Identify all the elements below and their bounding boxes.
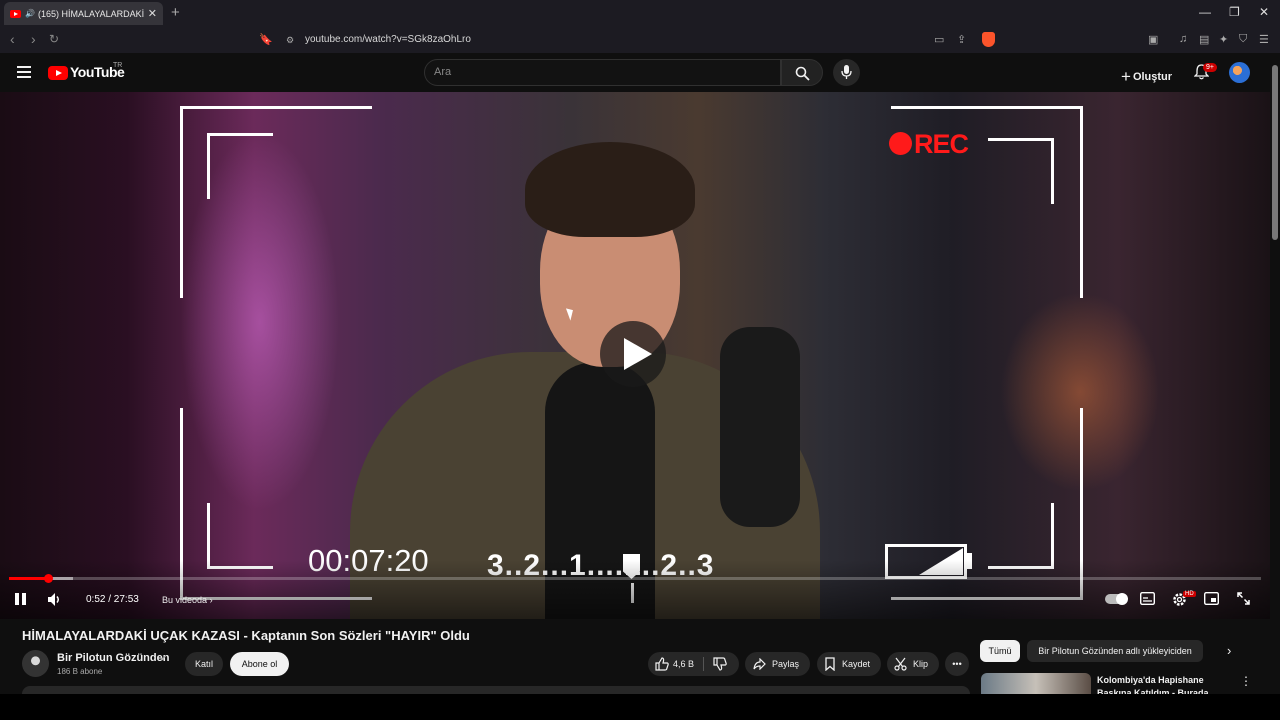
share-button[interactable]: Paylaş: [745, 652, 810, 676]
create-button[interactable]: + Oluştur: [1121, 65, 1173, 86]
address-bar-row: ‹ › ↻ 🔖 ⚙ youtube.com/watch?v=SGk8zaOhLr…: [0, 27, 1280, 53]
chapter-button[interactable]: Bu videoda ›: [162, 595, 213, 605]
progress-played: [9, 577, 48, 580]
search-button[interactable]: [781, 59, 823, 86]
share-label: Paylaş: [772, 659, 800, 669]
like-count[interactable]: 4,6 B: [673, 652, 694, 676]
recommendation-menu-icon[interactable]: ⋮: [1240, 674, 1252, 688]
viewfinder-inner-corner: [207, 133, 273, 199]
controls-gradient: [0, 560, 1270, 619]
time-display: 0:52 / 27:53: [86, 594, 139, 605]
subscribe-button[interactable]: Abone ol: [230, 652, 289, 676]
recommendation-thumbnail[interactable]: [981, 673, 1091, 694]
clip-label: Klip: [913, 659, 929, 669]
notification-badge: 9+: [1203, 63, 1217, 72]
hamburger-menu-icon[interactable]: [17, 66, 31, 81]
taskbar-area: [0, 694, 1280, 720]
scrollbar-thumb[interactable]: [1272, 65, 1278, 240]
more-actions-icon[interactable]: •••: [945, 652, 969, 676]
subscriber-count: 186 B abone: [57, 667, 103, 676]
channel-avatar[interactable]: [22, 650, 49, 677]
youtube-logo-icon[interactable]: [48, 66, 68, 80]
volume-icon[interactable]: [48, 593, 62, 606]
tab-title: (165) HİMALAYALARDAKİ UÇ: [37, 8, 144, 19]
rec-label: REC: [914, 129, 969, 159]
share-arrow-icon: [753, 658, 766, 670]
description-box[interactable]: [22, 686, 970, 694]
voice-search-button[interactable]: [833, 59, 860, 86]
search-icon: [795, 66, 810, 81]
speaker-icon[interactable]: 🔊: [25, 9, 35, 18]
like-dislike-group: 4,6 B: [648, 652, 739, 676]
miniplayer-icon[interactable]: [1204, 592, 1219, 605]
leo-ai-icon[interactable]: ✦: [1219, 33, 1228, 46]
minimize-icon[interactable]: —: [1199, 5, 1211, 19]
chips-next-chevron-icon[interactable]: ›: [1227, 643, 1231, 658]
video-microphone: [720, 327, 800, 527]
wallet-icon[interactable]: ▤: [1199, 33, 1209, 46]
hd-badge: HD: [1183, 591, 1196, 597]
youtube-favicon-icon: [10, 9, 21, 18]
progress-scrubber-handle[interactable]: [44, 574, 53, 583]
cast-icon[interactable]: ▭: [934, 33, 944, 46]
big-play-icon[interactable]: [600, 321, 666, 387]
plus-icon: +: [1121, 67, 1131, 86]
fullscreen-icon[interactable]: [1237, 592, 1250, 605]
subtitles-icon[interactable]: [1140, 592, 1155, 605]
sidebar-toggle-icon[interactable]: ▣: [1148, 33, 1158, 46]
chip-all[interactable]: Tümü: [980, 640, 1020, 662]
youtube-header: YouTube TR Ara + Oluştur 9+: [0, 53, 1280, 92]
tab-close-icon[interactable]: ✕: [148, 7, 157, 20]
video-title: HİMALAYALARDAKİ UÇAK KAZASI - Kaptanın S…: [22, 628, 470, 643]
country-code: TR: [113, 62, 123, 69]
save-button[interactable]: Kaydet: [817, 652, 881, 676]
restore-icon[interactable]: ❐: [1229, 5, 1240, 19]
scissors-icon: [894, 657, 907, 671]
music-icon[interactable]: ♫: [1179, 33, 1187, 45]
forward-icon[interactable]: ›: [31, 31, 36, 47]
channel-name[interactable]: Bir Pilotun Gözünden: [57, 652, 169, 664]
like-divider: [703, 657, 704, 671]
share-page-icon[interactable]: ⇪: [957, 33, 966, 46]
account-avatar[interactable]: [1229, 62, 1250, 83]
thumbs-down-icon[interactable]: [713, 657, 727, 671]
chip-channel[interactable]: Bir Pilotun Gözünden adlı yükleyiciden: [1027, 640, 1203, 662]
autoplay-toggle[interactable]: [1105, 593, 1128, 605]
save-label: Kaydet: [842, 659, 871, 669]
search-input[interactable]: Ara: [424, 59, 781, 86]
back-icon[interactable]: ‹: [10, 31, 15, 47]
reload-icon[interactable]: ↻: [49, 32, 59, 46]
chapter-label: Bu videoda: [162, 595, 208, 605]
url-field[interactable]: youtube.com/watch?v=SGk8zaOhLro: [305, 34, 471, 45]
pause-button-icon[interactable]: [15, 593, 27, 605]
bookmark-icon[interactable]: 🔖: [259, 33, 273, 46]
brave-shield-icon[interactable]: [982, 32, 995, 47]
video-person-hair: [525, 142, 695, 237]
vpn-shield-icon[interactable]: ⛉: [1239, 33, 1247, 46]
verified-check-icon: ✔: [160, 653, 168, 663]
join-button[interactable]: Katıl: [185, 652, 223, 676]
rec-dot-icon: [889, 132, 912, 155]
browser-menu-icon[interactable]: ☰: [1259, 33, 1269, 46]
thumbs-up-icon[interactable]: [655, 657, 669, 671]
chapter-chevron-icon: ›: [209, 595, 213, 605]
clip-button[interactable]: Klip: [887, 652, 939, 676]
site-info-icon[interactable]: ⚙: [286, 35, 294, 46]
new-tab-button[interactable]: +: [171, 4, 180, 21]
browser-tab-strip: 🔊 (165) HİMALAYALARDAKİ UÇ ✕ + — ❐ ✕: [0, 0, 1280, 27]
window-close-icon[interactable]: ✕: [1259, 5, 1269, 19]
microphone-icon: [841, 65, 852, 79]
create-label: Oluştur: [1132, 71, 1173, 83]
browser-tab[interactable]: 🔊 (165) HİMALAYALARDAKİ UÇ ✕: [4, 2, 163, 25]
progress-bar[interactable]: [9, 577, 1261, 580]
viewfinder-inner-corner: [988, 138, 1054, 204]
bookmark-save-icon: [825, 657, 835, 671]
